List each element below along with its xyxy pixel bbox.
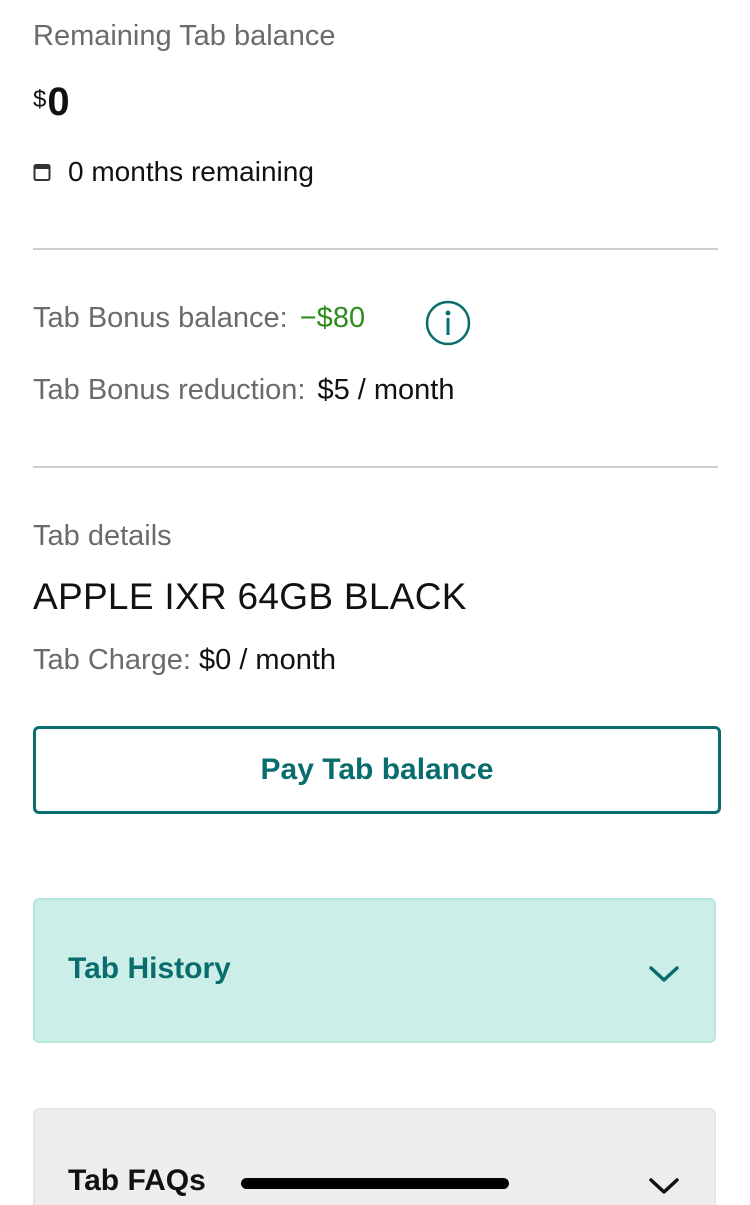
tab-charge-label: Tab Charge: (33, 644, 191, 676)
divider (33, 248, 718, 250)
remaining-balance-label: Remaining Tab balance (33, 20, 336, 52)
tab-details-page: Remaining Tab balance $ 0 0 months remai… (0, 0, 750, 1205)
months-remaining: 0 months remaining (33, 156, 314, 188)
chevron-down-icon[interactable] (648, 964, 680, 984)
tab-faqs-title: Tab FAQs (68, 1164, 206, 1197)
tab-details-heading: Tab details (33, 520, 172, 552)
info-icon[interactable] (425, 300, 471, 346)
pay-tab-balance-button[interactable]: Pay Tab balance (33, 726, 721, 814)
divider (33, 466, 718, 468)
tab-bonus-reduction-value: $5 / month (317, 374, 455, 406)
tab-history-accordion[interactable]: Tab History (33, 898, 716, 1043)
tab-bonus-balance-row: Tab Bonus balance: −$80 (33, 302, 365, 335)
tab-faqs-accordion[interactable]: Tab FAQs (33, 1108, 716, 1205)
months-remaining-text: 0 months remaining (68, 156, 314, 187)
currency-symbol: $ (33, 86, 47, 113)
tab-bonus-balance-label: Tab Bonus balance: (33, 302, 288, 334)
tab-bonus-reduction-label: Tab Bonus reduction: (33, 374, 306, 406)
chevron-down-icon[interactable] (648, 1176, 680, 1196)
calendar-icon (33, 162, 51, 182)
tab-history-title: Tab History (68, 952, 231, 985)
balance-amount: 0 (47, 80, 70, 124)
tab-bonus-balance-value: −$80 (299, 302, 366, 334)
tab-charge-value: $0 / month (199, 644, 337, 676)
remaining-balance-value: $ 0 (33, 80, 70, 124)
tab-bonus-reduction-row: Tab Bonus reduction: $5 / month (33, 374, 455, 407)
device-name: APPLE IXR 64GB BLACK (33, 576, 467, 617)
home-indicator (241, 1178, 509, 1189)
tab-charge-row: Tab Charge: $0 / month (33, 644, 336, 677)
